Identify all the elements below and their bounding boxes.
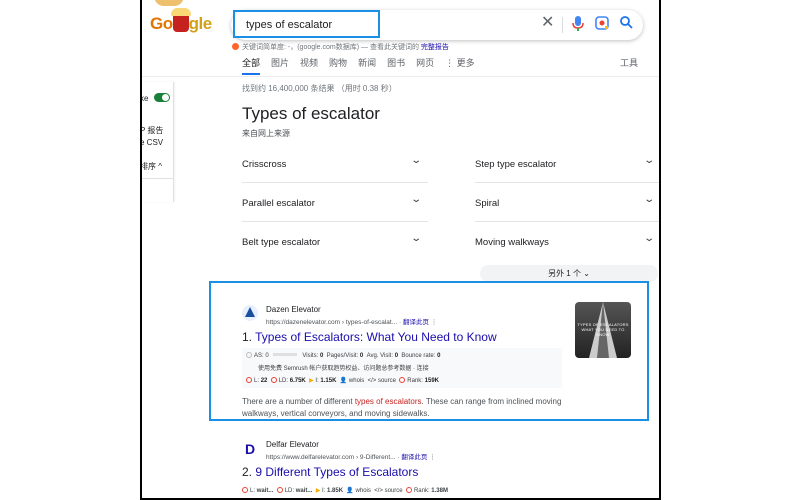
search-icon[interactable] (620, 16, 633, 32)
search-highlight-box (233, 10, 380, 38)
result-thumbnail[interactable]: TYPES OF ESCALATORS WHAT YOU NEED TO KNO… (575, 302, 631, 358)
result-snippet: There are a number of different types of… (242, 397, 562, 418)
tab-shopping[interactable]: 购物 (329, 56, 347, 75)
toggle-label: ke (140, 94, 149, 103)
chevron-down-icon: ⌄ (409, 155, 422, 166)
featured-item[interactable]: Crisscross ⌄ (242, 145, 428, 183)
featured-item[interactable]: Step type escalator ⌄ (475, 145, 659, 183)
featured-item[interactable]: Spiral ⌄ (475, 184, 659, 222)
logo-decoration (154, 0, 184, 6)
site-url[interactable]: https://dazenelevator.com › types-of-esc… (266, 316, 437, 326)
extension-side-panel: ke P 报告 e CSV 排序 ^ (140, 82, 174, 202)
featured-item[interactable]: Belt type escalator ⌄ (242, 223, 428, 261)
featured-subtitle: 来自网上来源 (242, 129, 290, 138)
microphone-icon[interactable] (572, 16, 584, 35)
featured-item[interactable]: Moving walkways ⌄ (475, 223, 659, 261)
divider (142, 178, 174, 179)
popcorn-icon (170, 8, 191, 32)
chevron-down-icon: ⌄ (642, 155, 655, 166)
translate-link[interactable]: 翻译此页 (403, 319, 429, 326)
semrush-keyword-line: 关键词简单度: -，(google.com数据库) — 查看此关键词的 完整报告 (232, 42, 449, 52)
semrush-icon (232, 43, 239, 50)
panel-toggle[interactable] (154, 93, 170, 102)
chevron-down-icon: ⌄ (409, 194, 422, 205)
chevron-down-icon: ⌄ (642, 194, 655, 205)
featured-item[interactable]: Parallel escalator ⌄ (242, 184, 428, 222)
tab-web[interactable]: 网页 (416, 56, 434, 75)
tab-all[interactable]: 全部 (242, 56, 261, 75)
site-url[interactable]: https://www.delfarelevator.com › 9-Diffe… (266, 451, 436, 461)
search-tabs: 全部 图片 视频 购物 新闻 图书 网页 ⋮ 更多 (242, 56, 475, 75)
translate-link[interactable]: 翻译此页 (401, 454, 427, 461)
more-vert-icon[interactable]: ⋮ (429, 454, 436, 461)
tab-images[interactable]: 图片 (271, 56, 289, 75)
more-vert-icon[interactable]: ⋮ (431, 319, 438, 326)
chevron-down-icon: ⌄ (642, 233, 655, 244)
tab-more[interactable]: ⋮ 更多 (445, 56, 475, 75)
sort-button[interactable]: 排序 ^ (142, 161, 162, 172)
lens-icon[interactable] (595, 16, 609, 33)
result-title-link[interactable]: 1. Types of Escalators: What You Need to… (242, 330, 497, 344)
tab-news[interactable]: 新闻 (358, 56, 376, 75)
show-more-button[interactable]: 另外 1 个 ⌄ (480, 265, 658, 282)
site-favicon (242, 305, 258, 321)
tab-videos[interactable]: 视频 (300, 56, 318, 75)
clear-icon[interactable]: ✕ (541, 15, 554, 31)
result-stats: 找到约 16,400,000 条结果 （用时 0.38 秒） (242, 84, 397, 93)
semrush-metrics-row: L: wait... LD: wait... ▶ I: 1.85K 👤 whoi… (242, 487, 448, 494)
full-report-link[interactable]: 完整报告 (421, 44, 449, 51)
result-title-link[interactable]: 2. 9 Different Types of Escalators (242, 465, 418, 479)
semrush-metrics-box: AS: 0 Visits: 0 Pages/Visit: 0 Avg. Visi… (242, 348, 562, 388)
report-links[interactable]: P 报告 e CSV (142, 125, 163, 149)
tab-books[interactable]: 图书 (387, 56, 405, 75)
doodle-logo[interactable]: Go gle (150, 8, 212, 34)
site-favicon: D (242, 441, 258, 457)
tools-button[interactable]: 工具 (620, 56, 638, 69)
divider (562, 17, 563, 33)
featured-title: Types of escalator (242, 104, 380, 123)
chevron-down-icon: ⌄ (409, 233, 422, 244)
site-name: Dazen Elevator (266, 305, 321, 314)
site-name: Delfar Elevator (266, 440, 319, 449)
browser-page: Gogle ✕ 关键词简单度: -，(google.com数据库) — 查看此关… (140, 0, 661, 500)
tabs-divider (142, 76, 659, 77)
